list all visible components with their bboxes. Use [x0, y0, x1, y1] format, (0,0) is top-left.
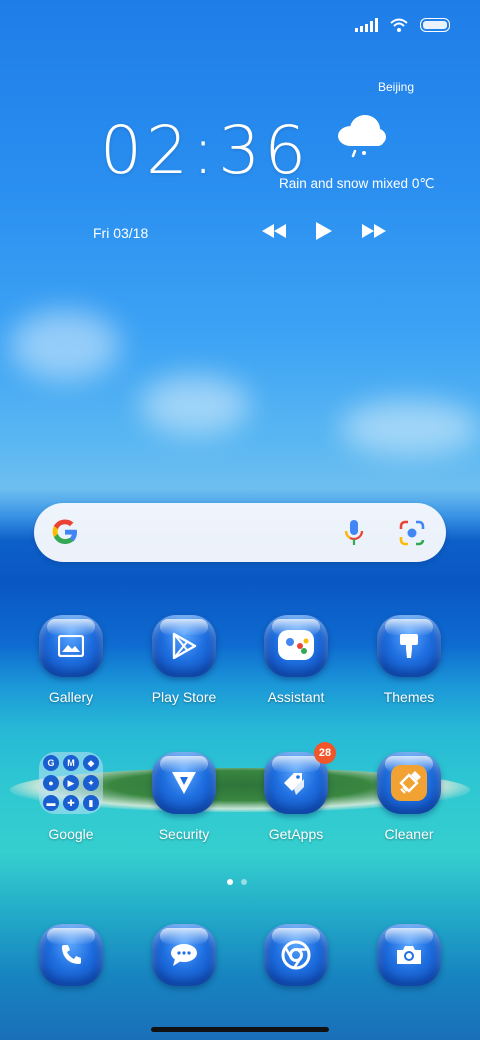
cloud [340, 400, 480, 455]
camera-icon[interactable] [377, 924, 441, 986]
app-label: Themes [383, 689, 435, 705]
themes-brush-icon[interactable] [377, 615, 441, 677]
folder-item: ◆ [83, 755, 99, 771]
cloud [10, 310, 120, 380]
app-assistant[interactable]: Assistant [246, 615, 346, 705]
wifi-icon [390, 18, 408, 32]
fast-forward-icon[interactable] [362, 224, 386, 238]
getapps-icon[interactable]: 28 [264, 742, 336, 814]
google-search-bar[interactable] [34, 503, 446, 562]
app-label: Assistant [267, 689, 325, 705]
folder-item: ▬ [43, 795, 59, 811]
dock-messages[interactable] [134, 924, 234, 986]
play-store-icon[interactable] [152, 615, 216, 677]
media-controls [262, 222, 386, 240]
page-dot[interactable] [241, 879, 247, 885]
cloud [140, 375, 250, 435]
dock-chrome[interactable] [246, 924, 346, 986]
google-folder[interactable]: G M ◆ ● ▶ ✦ ▬ ✚ ▮ [39, 752, 103, 814]
chrome-icon[interactable] [264, 924, 328, 986]
folder-item: ▶ [63, 775, 79, 791]
page-dot-active[interactable] [227, 879, 233, 885]
rain-snow-cloud-icon[interactable] [334, 112, 388, 158]
battery-icon [420, 18, 450, 32]
dock-phone[interactable] [21, 924, 121, 986]
weather-description: Rain and snow mixed 0℃ [279, 176, 435, 191]
app-getapps[interactable]: 28 GetApps [246, 742, 346, 842]
app-label: Google [48, 826, 94, 842]
app-security[interactable]: Security [134, 752, 234, 842]
dock-camera[interactable] [359, 924, 459, 986]
rewind-icon[interactable] [262, 224, 286, 238]
weather-city: Beijing [378, 80, 415, 94]
app-label: Security [158, 826, 210, 842]
app-cleaner[interactable]: Cleaner [359, 752, 459, 842]
date-label[interactable]: Fri 03/18 [93, 225, 148, 241]
folder-item: ▮ [83, 795, 99, 811]
page-indicator [227, 879, 247, 885]
folder-item: ✚ [63, 795, 79, 811]
app-play-store[interactable]: Play Store [134, 615, 234, 705]
notification-badge: 28 [314, 742, 336, 764]
app-themes[interactable]: Themes [359, 615, 459, 705]
gallery-icon[interactable] [39, 615, 103, 677]
phone-icon[interactable] [39, 924, 103, 986]
google-g-icon [52, 519, 77, 544]
cleaner-icon[interactable] [377, 752, 441, 814]
folder-item: G [43, 755, 59, 771]
home-indicator[interactable] [151, 1027, 329, 1032]
assistant-icon[interactable] [264, 615, 328, 677]
app-label: GetApps [268, 826, 324, 842]
signal-icon [355, 18, 378, 32]
microphone-icon[interactable] [342, 519, 366, 547]
security-icon[interactable] [152, 752, 216, 814]
app-label: Gallery [48, 689, 94, 705]
play-icon[interactable] [316, 222, 332, 240]
lens-camera-icon[interactable] [399, 520, 425, 546]
status-bar [0, 0, 480, 56]
messages-icon[interactable] [152, 924, 216, 986]
app-google-folder[interactable]: G M ◆ ● ▶ ✦ ▬ ✚ ▮ Google [21, 752, 121, 842]
folder-item: ✦ [83, 775, 99, 791]
app-label: Play Store [151, 689, 217, 705]
app-gallery[interactable]: Gallery [21, 615, 121, 705]
app-label: Cleaner [384, 826, 434, 842]
folder-item: M [63, 755, 79, 771]
folder-item: ● [43, 775, 59, 791]
